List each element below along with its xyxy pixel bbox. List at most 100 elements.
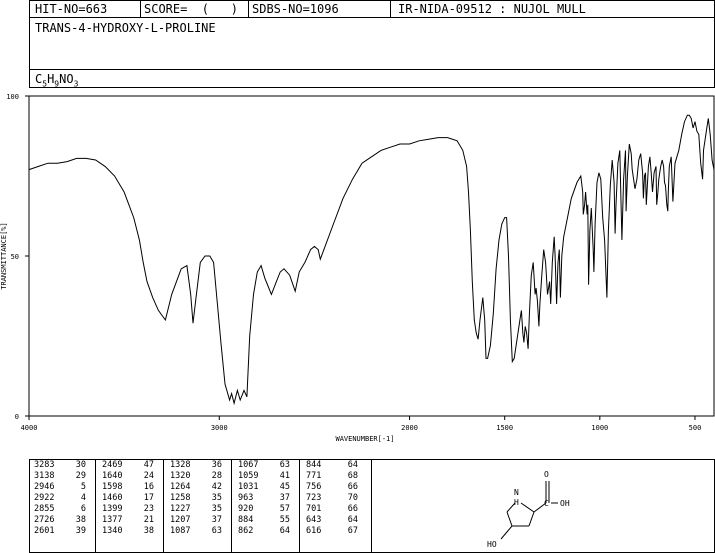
peak-column-divider	[299, 459, 300, 553]
peak-row: 1067 63	[234, 460, 296, 471]
peak-transmittance: 4	[80, 493, 86, 503]
peak-transmittance: 63	[211, 526, 222, 536]
peak-row: 963 37	[234, 493, 296, 504]
peak-column: 3283 30 3138 29 2946 5 2922 4 2855 6 2726 38 2601 39	[30, 460, 92, 537]
peak-column: 1328 36 1320 28 1264 42 1258 35 1227 35 1207 37 1087…	[166, 460, 228, 537]
peak-row: 723 70	[302, 493, 364, 504]
peak-wavenumber: 1059	[238, 471, 259, 481]
peak-transmittance: 64	[347, 460, 358, 470]
peak-wavenumber: 1598	[102, 482, 123, 492]
peak-wavenumber: 1460	[102, 493, 123, 503]
structure-h-label: H	[514, 498, 519, 507]
peak-wavenumber: 963	[238, 493, 254, 503]
peak-transmittance: 37	[279, 493, 290, 503]
peak-row: 2469 47	[98, 460, 160, 471]
peak-wavenumber: 1207	[170, 515, 191, 525]
peak-transmittance: 39	[75, 526, 86, 536]
peak-transmittance: 66	[347, 482, 358, 492]
peak-transmittance: 45	[279, 482, 290, 492]
peak-transmittance: 6	[80, 504, 86, 514]
peak-row: 701 66	[302, 504, 364, 515]
peak-row: 1207 37	[166, 515, 228, 526]
structure-ho-label: HO	[487, 540, 497, 549]
peak-row: 756 66	[302, 482, 364, 493]
peak-transmittance: 37	[211, 515, 222, 525]
peak-wavenumber: 1377	[102, 515, 123, 525]
molecule-structure: N H O C OH HO	[487, 470, 570, 549]
peak-row: 1227 35	[166, 504, 228, 515]
peak-wavenumber: 723	[306, 493, 322, 503]
peak-row: 1640 24	[98, 471, 160, 482]
peak-transmittance: 67	[347, 526, 358, 536]
peak-row: 1264 42	[166, 482, 228, 493]
y-tick-label: 100	[6, 93, 19, 101]
peak-transmittance: 66	[347, 504, 358, 514]
y-axis-label: TRANSMITTANCE[%]	[0, 222, 8, 289]
peak-row: 920 57	[234, 504, 296, 515]
peak-transmittance: 55	[279, 515, 290, 525]
peak-transmittance: 57	[279, 504, 290, 514]
peak-wavenumber: 1399	[102, 504, 123, 514]
peak-row: 3283 30	[30, 460, 92, 471]
peak-row: 884 55	[234, 515, 296, 526]
x-tick-label: 1500	[496, 424, 513, 432]
peak-wavenumber: 3138	[34, 471, 55, 481]
peak-transmittance: 35	[211, 493, 222, 503]
peak-wavenumber: 1031	[238, 482, 259, 492]
peak-wavenumber: 1340	[102, 526, 123, 536]
peak-wavenumber: 2726	[34, 515, 55, 525]
peak-row: 1031 45	[234, 482, 296, 493]
peak-row: 2601 39	[30, 526, 92, 537]
peak-transmittance: 23	[143, 504, 154, 514]
peak-transmittance: 16	[143, 482, 154, 492]
x-tick-label: 3000	[211, 424, 228, 432]
x-tick-label: 1000	[591, 424, 608, 432]
plot-frame	[28, 95, 715, 417]
peak-transmittance: 41	[279, 471, 290, 481]
peak-transmittance: 36	[211, 460, 222, 470]
peak-row: 616 67	[302, 526, 364, 537]
peak-wavenumber: 1258	[170, 493, 191, 503]
peak-wavenumber: 771	[306, 471, 322, 481]
peak-wavenumber: 616	[306, 526, 322, 536]
peak-transmittance: 42	[211, 482, 222, 492]
x-tick-label: 4000	[21, 424, 38, 432]
peak-wavenumber: 2946	[34, 482, 55, 492]
structure-o-label: O	[544, 470, 549, 479]
peak-row: 1320 28	[166, 471, 228, 482]
peak-row: 771 68	[302, 471, 364, 482]
peak-row: 1460 17	[98, 493, 160, 504]
peak-column-divider	[163, 459, 164, 553]
peak-row: 1340 38	[98, 526, 160, 537]
peak-transmittance: 38	[75, 515, 86, 525]
peak-column-divider	[95, 459, 96, 553]
peak-column-divider	[231, 459, 232, 553]
peak-wavenumber: 1320	[170, 471, 191, 481]
peak-transmittance: 68	[347, 471, 358, 481]
structure-oh-label: OH	[560, 499, 570, 508]
peak-row: 1059 41	[234, 471, 296, 482]
peak-wavenumber: 756	[306, 482, 322, 492]
peak-row: 1377 21	[98, 515, 160, 526]
peak-row: 1598 16	[98, 482, 160, 493]
x-axis-label: WAVENUMBER[-1]	[335, 435, 394, 443]
peak-wavenumber: 1328	[170, 460, 191, 470]
peak-row: 1328 36	[166, 460, 228, 471]
peak-wavenumber: 2922	[34, 493, 55, 503]
peak-transmittance: 24	[143, 471, 154, 481]
peak-transmittance: 38	[143, 526, 154, 536]
chart-ticks: 4000 3000 2000 1500 1000 500 0 50 100	[6, 93, 701, 432]
peak-row: 643 64	[302, 515, 364, 526]
peak-wavenumber: 1067	[238, 460, 259, 470]
y-tick-label: 0	[15, 413, 19, 421]
peak-wavenumber: 2469	[102, 460, 123, 470]
peak-transmittance: 21	[143, 515, 154, 525]
x-tick-label: 2000	[401, 424, 418, 432]
peak-row: 2726 38	[30, 515, 92, 526]
peak-row: 844 64	[302, 460, 364, 471]
peak-transmittance: 17	[143, 493, 154, 503]
spectrum-line	[28, 114, 715, 406]
structure-c-label: C	[544, 499, 549, 508]
peak-row: 2855 6	[30, 504, 92, 515]
peak-transmittance: 35	[211, 504, 222, 514]
